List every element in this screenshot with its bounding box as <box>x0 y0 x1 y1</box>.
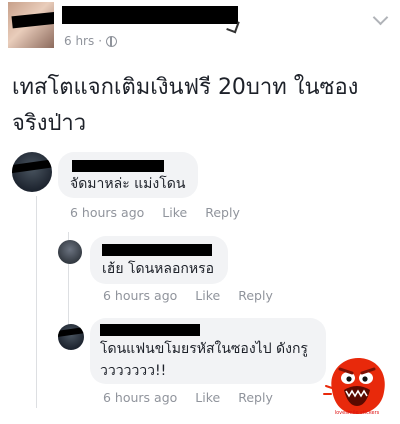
comment-timestamp[interactable]: 6 hours ago <box>70 205 144 220</box>
reply-button[interactable]: Reply <box>238 288 273 303</box>
globe-icon[interactable] <box>106 35 118 47</box>
post-body-text: เทสโตแจกเติมเงินฟรี 20บาท ในซองจริงป่าว <box>12 75 359 136</box>
reply-timestamp[interactable]: 6 hours ago <box>103 288 177 303</box>
like-button[interactable]: Like <box>162 205 187 220</box>
angry-sticker-icon <box>323 358 385 414</box>
post-author-avatar[interactable] <box>8 2 54 48</box>
post-timestamp[interactable]: 6 hrs <box>64 34 94 48</box>
reply-actions: 6 hours ago Like Reply <box>103 288 273 303</box>
reply-bubble: เฮ้ย โดนหลอกหรอ <box>90 236 228 284</box>
avatar-redaction <box>11 11 54 29</box>
reply-author-redacted[interactable] <box>102 244 212 256</box>
meta-separator: · <box>98 34 103 48</box>
comment-bubble: จัดมาหล่ะ แม่งโดน <box>58 152 198 198</box>
reply-author-redacted[interactable] <box>100 324 200 336</box>
reply-timestamp[interactable]: 6 hours ago <box>103 390 177 405</box>
facebook-post: 6 hrs · เทสโตแจกเติมเงินฟรี 20บาท ในซองจ… <box>0 0 400 424</box>
avatar-redaction <box>58 326 84 338</box>
post-meta: 6 hrs · <box>64 34 118 48</box>
reply-bubble: โดนแฟนขโมยรหัสในซองไป ดังกรูววววววว!! <box>90 318 326 384</box>
comment-avatar[interactable] <box>12 152 52 192</box>
comment-text: จัดมาหล่ะ แม่งโดน <box>70 176 186 192</box>
post-author-name-redacted[interactable] <box>62 6 238 24</box>
reply-button[interactable]: Reply <box>205 205 240 220</box>
sticker-caption: lovesmile stickers <box>334 410 380 416</box>
like-button[interactable]: Like <box>195 288 220 303</box>
reply-avatar[interactable] <box>58 324 84 350</box>
reply-avatar[interactable] <box>58 240 82 264</box>
chevron-down-icon[interactable] <box>372 9 389 26</box>
reply-text: เฮ้ย โดนหลอกหรอ <box>102 261 215 277</box>
comment-actions: 6 hours ago Like Reply <box>70 205 240 220</box>
thread-line-main <box>36 196 37 408</box>
avatar-redaction <box>12 158 52 174</box>
reply-text: โดนแฟนขโมยรหัสในซองไป ดังกรูววววววว!! <box>100 341 308 379</box>
name-redaction-mark <box>226 18 240 34</box>
reply-actions: 6 hours ago Like Reply <box>103 390 273 405</box>
reply-button[interactable]: Reply <box>238 390 273 405</box>
comment-author-redacted[interactable] <box>72 160 164 172</box>
like-button[interactable]: Like <box>195 390 220 405</box>
